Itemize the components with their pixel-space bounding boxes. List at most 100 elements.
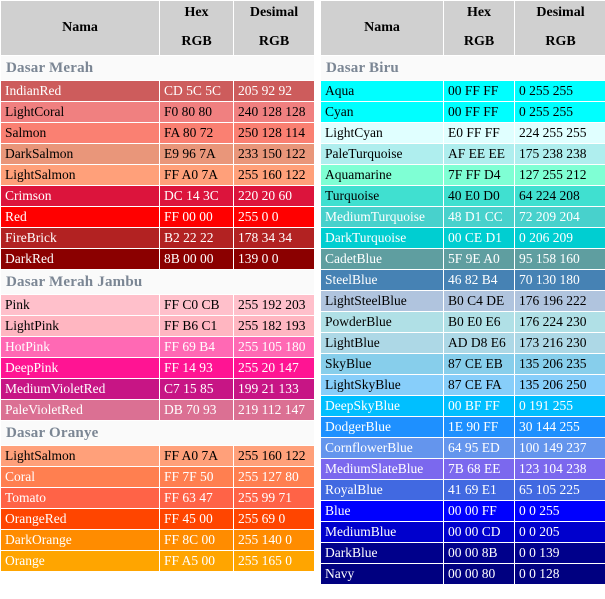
color-decimal-cell: 139 0 0 xyxy=(234,249,314,269)
color-name-cell: Cyan xyxy=(321,102,443,122)
section-title: Dasar Merah xyxy=(1,56,314,80)
color-decimal-cell: 240 128 128 xyxy=(234,102,314,122)
color-hex-cell: FF 45 00 xyxy=(160,509,233,529)
column-header-decimal: Desimal RGB xyxy=(515,1,605,55)
table-row: MediumVioletRed C7 15 85 199 21 133 xyxy=(1,379,314,399)
table-row: Red FF 00 00 255 0 0 xyxy=(1,207,314,227)
table-header-cool: Nama Hex RGB Desimal RGB xyxy=(321,1,605,55)
color-hex-cell: C7 15 85 xyxy=(160,379,233,399)
color-hex-cell: F0 80 80 xyxy=(160,102,233,122)
section-header-row: Dasar Merah Jambu xyxy=(1,270,314,294)
color-hex-cell: 7B 68 EE xyxy=(444,459,514,479)
column-header-name: Nama xyxy=(321,1,443,55)
column-header-decimal-top: Desimal xyxy=(536,5,585,21)
table-row: DarkOrange FF 8C 00 255 140 0 xyxy=(1,530,314,550)
column-header-hex: Hex RGB xyxy=(444,1,514,55)
color-name-cell: DodgerBlue xyxy=(321,417,443,437)
color-name-cell: DarkSalmon xyxy=(1,144,159,164)
table-row: RoyalBlue 41 69 E1 65 105 225 xyxy=(321,480,605,500)
table-row: Cyan 00 FF FF 0 255 255 xyxy=(321,102,605,122)
color-hex-cell: 64 95 ED xyxy=(444,438,514,458)
table-row: FireBrick B2 22 22 178 34 34 xyxy=(1,228,314,248)
color-hex-cell: FF A0 7A xyxy=(160,165,233,185)
color-decimal-cell: 255 140 0 xyxy=(234,530,314,550)
color-name-cell: MediumTurquoise xyxy=(321,207,443,227)
color-decimal-cell: 0 0 139 xyxy=(515,543,605,563)
color-name-cell: Orange xyxy=(1,551,159,571)
color-decimal-cell: 65 105 225 xyxy=(515,480,605,500)
table-row: DarkBlue 00 00 8B 0 0 139 xyxy=(321,543,605,563)
color-decimal-cell: 219 112 147 xyxy=(234,400,314,420)
color-decimal-cell: 100 149 237 xyxy=(515,438,605,458)
table-body-cool: Dasar Biru Aqua 00 FF FF 0 255 255 Cyan 00 FF… xyxy=(321,56,605,584)
color-name-cell: Navy xyxy=(321,564,443,584)
column-header-hex-bottom: RGB xyxy=(463,34,495,49)
color-hex-cell: FA 80 72 xyxy=(160,123,233,143)
table-row: MediumBlue 00 00 CD 0 0 205 xyxy=(321,522,605,542)
color-decimal-cell: 176 224 230 xyxy=(515,312,605,332)
color-decimal-cell: 255 160 122 xyxy=(234,165,314,185)
table-row: CornflowerBlue 64 95 ED 100 149 237 xyxy=(321,438,605,458)
color-decimal-cell: 255 105 180 xyxy=(234,337,314,357)
color-decimal-cell: 233 150 122 xyxy=(234,144,314,164)
color-decimal-cell: 0 206 209 xyxy=(515,228,605,248)
color-name-cell: DarkBlue xyxy=(321,543,443,563)
color-decimal-cell: 250 128 114 xyxy=(234,123,314,143)
color-hex-cell: CD 5C 5C xyxy=(160,81,233,101)
color-hex-cell: DB 70 93 xyxy=(160,400,233,420)
table-row: Crimson DC 14 3C 220 20 60 xyxy=(1,186,314,206)
color-name-cell: CadetBlue xyxy=(321,249,443,269)
color-hex-cell: 00 00 8B xyxy=(444,543,514,563)
color-decimal-cell: 255 20 147 xyxy=(234,358,314,378)
table-row: Blue 00 00 FF 0 0 255 xyxy=(321,501,605,521)
table-row: LightSalmon FF A0 7A 255 160 122 xyxy=(1,165,314,185)
color-name-cell: SteelBlue xyxy=(321,270,443,290)
color-name-cell: LightPink xyxy=(1,316,159,336)
color-hex-cell: 5F 9E A0 xyxy=(444,249,514,269)
table-row: SteelBlue 46 82 B4 70 130 180 xyxy=(321,270,605,290)
section-title: Dasar Merah Jambu xyxy=(1,270,314,294)
color-hex-cell: 00 BF FF xyxy=(444,396,514,416)
color-hex-cell: 1E 90 FF xyxy=(444,417,514,437)
color-name-cell: DarkRed xyxy=(1,249,159,269)
column-header-decimal-bottom: RGB xyxy=(258,34,290,49)
color-hex-cell: B0 C4 DE xyxy=(444,291,514,311)
color-decimal-cell: 127 255 212 xyxy=(515,165,605,185)
color-hex-cell: DC 14 3C xyxy=(160,186,233,206)
color-table-warm: Nama Hex RGB Desimal RGB Dasar Merah Indi… xyxy=(0,0,315,572)
color-decimal-cell: 135 206 235 xyxy=(515,354,605,374)
table-row: LightCyan E0 FF FF 224 255 255 xyxy=(321,123,605,143)
color-name-cell: DarkTurquoise xyxy=(321,228,443,248)
table-row: Pink FF C0 CB 255 192 203 xyxy=(1,295,314,315)
table-row: Aquamarine 7F FF D4 127 255 212 xyxy=(321,165,605,185)
table-row: LightSteelBlue B0 C4 DE 176 196 222 xyxy=(321,291,605,311)
color-name-cell: Coral xyxy=(1,467,159,487)
right-color-table-container: Nama Hex RGB Desimal RGB Dasar Biru Aqua 0… xyxy=(320,0,605,585)
color-name-cell: Tomato xyxy=(1,488,159,508)
color-hex-cell: FF A0 7A xyxy=(160,446,233,466)
color-hex-cell: 8B 00 00 xyxy=(160,249,233,269)
table-row: IndianRed CD 5C 5C 205 92 92 xyxy=(1,81,314,101)
color-name-cell: Turquoise xyxy=(321,186,443,206)
color-decimal-cell: 95 158 160 xyxy=(515,249,605,269)
table-row: Aqua 00 FF FF 0 255 255 xyxy=(321,81,605,101)
color-name-cell: LightSalmon xyxy=(1,446,159,466)
column-header-name: Nama xyxy=(1,1,159,55)
color-hex-cell: FF C0 CB xyxy=(160,295,233,315)
table-row: DodgerBlue 1E 90 FF 30 144 255 xyxy=(321,417,605,437)
table-row: SkyBlue 87 CE EB 135 206 235 xyxy=(321,354,605,374)
color-hex-cell: E0 FF FF xyxy=(444,123,514,143)
column-header-decimal-bottom: RGB xyxy=(545,34,576,49)
table-row: Navy 00 00 80 0 0 128 xyxy=(321,564,605,584)
color-name-cell: LightCyan xyxy=(321,123,443,143)
color-decimal-cell: 220 20 60 xyxy=(234,186,314,206)
color-hex-cell: 00 00 80 xyxy=(444,564,514,584)
section-header-row: Dasar Merah xyxy=(1,56,314,80)
color-name-cell: Crimson xyxy=(1,186,159,206)
color-hex-cell: 40 E0 D0 xyxy=(444,186,514,206)
color-hex-cell: 87 CE FA xyxy=(444,375,514,395)
color-name-cell: HotPink xyxy=(1,337,159,357)
table-row: Orange FF A5 00 255 165 0 xyxy=(1,551,314,571)
color-reference-page: Nama Hex RGB Desimal RGB Dasar Merah Indi… xyxy=(0,0,605,599)
color-name-cell: DeepSkyBlue xyxy=(321,396,443,416)
